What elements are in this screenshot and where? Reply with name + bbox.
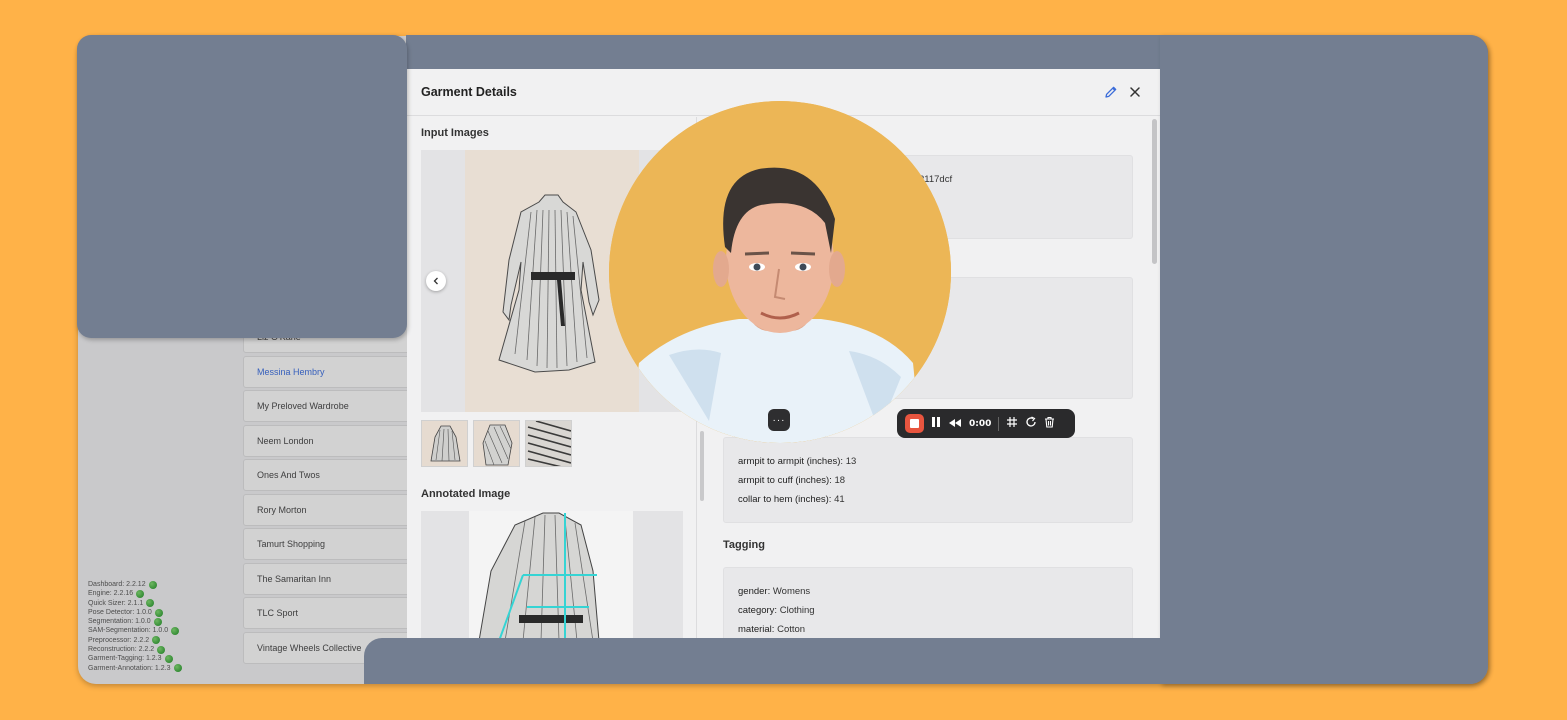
thumbnail-strip (421, 420, 682, 467)
close-icon[interactable] (1124, 81, 1146, 103)
chevron-left-icon[interactable] (426, 271, 446, 291)
thumbnail-1[interactable] (421, 420, 468, 467)
toolbar-separator (998, 416, 1000, 431)
measurement-row-key: armpit to armpit (inches): (738, 456, 844, 467)
pause-icon[interactable] (931, 415, 941, 433)
annotated-dress-photo (469, 511, 633, 641)
tag-row-key: gender: (738, 586, 771, 597)
desktop-window-right (1160, 35, 1488, 684)
tag-row-key: material: (738, 624, 775, 635)
measurement-row-key: armpit to cuff (inches): (738, 475, 832, 486)
modal-title: Garment Details (421, 85, 517, 99)
annotated-image-title: Annotated Image (421, 488, 511, 500)
tag-row-key: category: (738, 605, 778, 616)
restart-icon[interactable] (1025, 415, 1037, 433)
grid-icon[interactable] (1006, 415, 1018, 433)
recording-controls: 0:00 (897, 409, 1075, 438)
thumbnail-2[interactable] (473, 420, 520, 467)
measurement-row: armpit to cuff (inches): 18 (738, 471, 1118, 490)
stop-recording-button[interactable] (905, 414, 924, 433)
measurements-card: armpit to armpit (inches): 13 armpit to c… (723, 437, 1133, 523)
tag-row-value: Cotton (777, 624, 806, 635)
right-scrollbar[interactable] (1152, 119, 1157, 264)
tag-row-value: Clothing (779, 605, 815, 616)
measurement-row-value: 13 (845, 456, 857, 467)
recording-timer: 0:00 (969, 418, 992, 429)
measurement-row-value: 41 (834, 494, 845, 505)
tagging-card: gender: Womens category: Clothing material… (723, 567, 1133, 649)
desktop-window-bottom (364, 638, 1488, 684)
measurement-row: collar to hem (inches): 41 (738, 490, 1118, 509)
measurement-row-key: collar to hem (inches): (738, 494, 832, 505)
presenter-video (609, 101, 951, 443)
tag-row: gender: Womens (738, 582, 1118, 601)
measurement-row: armpit to armpit (inches): 13 (738, 452, 1118, 471)
tagging-title: Tagging (723, 539, 765, 551)
thumbnail-3[interactable] (525, 420, 572, 467)
tag-row: category: Clothing (738, 601, 1118, 620)
webcam-bubble[interactable] (609, 101, 951, 443)
input-images-title: Input Images (421, 127, 489, 139)
pencil-icon[interactable] (1100, 81, 1122, 103)
rewind-icon[interactable] (948, 415, 962, 433)
tag-row: material: Cotton (738, 620, 1118, 639)
annotated-image (421, 511, 683, 641)
desktop-window-left (77, 35, 407, 338)
delete-icon[interactable] (1044, 415, 1055, 433)
tag-row-value: Womens (772, 586, 811, 597)
measurement-row-value: 18 (834, 475, 846, 486)
more-options-icon[interactable]: ··· (768, 409, 790, 431)
left-scrollbar[interactable] (700, 431, 704, 501)
